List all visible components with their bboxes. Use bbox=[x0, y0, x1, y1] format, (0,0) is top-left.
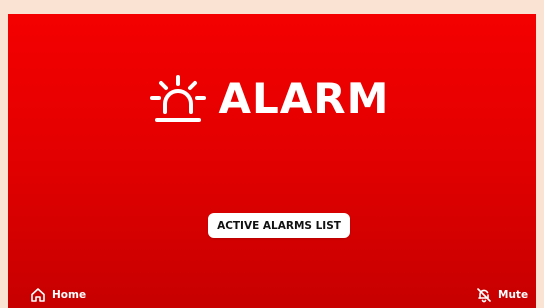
alarm-header: ALARM bbox=[8, 74, 536, 124]
alarm-screen: ALARM ACTIVE ALARMS LIST Home Mute bbox=[8, 14, 536, 308]
active-alarms-list-button[interactable]: ACTIVE ALARMS LIST bbox=[208, 213, 350, 238]
mute-label: Mute bbox=[498, 289, 529, 301]
mute-button[interactable]: Mute bbox=[476, 287, 528, 303]
home-label: Home bbox=[52, 289, 87, 301]
home-button[interactable]: Home bbox=[30, 287, 86, 303]
alarm-title: ALARM bbox=[218, 74, 390, 123]
home-icon bbox=[31, 288, 45, 302]
alarm-light-icon bbox=[149, 75, 206, 122]
bell-off-icon bbox=[477, 288, 491, 303]
